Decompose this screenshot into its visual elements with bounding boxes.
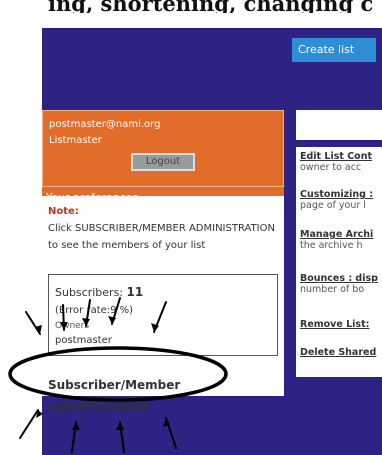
menu-item-title: Remove List: xyxy=(300,319,370,330)
subscribers-count: 11 xyxy=(126,285,144,299)
owner-name[interactable]: postmaster xyxy=(55,335,112,346)
note-body: Click SUBSCRIBER/MEMBER ADMINISTRATION t… xyxy=(48,223,275,251)
create-list-tab[interactable]: Create list xyxy=(292,38,376,62)
login-box: postmaster@nami.org Listmaster Logout xyxy=(42,110,284,187)
menu-item-desc: the archive h xyxy=(300,240,363,251)
login-email: postmaster@nami.org xyxy=(49,119,161,130)
subscribers-line: Subscribers: 11 xyxy=(55,285,143,299)
menu-item-edit-list[interactable]: Edit List Cont owner to acc xyxy=(300,151,382,173)
menu-item-title: Bounces : disp xyxy=(300,273,378,284)
subscriber-admin-link[interactable]: Subscriber/Member Administration xyxy=(48,374,198,418)
note-title: Note: xyxy=(48,206,79,217)
menu-item-desc: owner to acc xyxy=(300,162,362,173)
error-rate: (Error rate:9 %) xyxy=(55,305,134,316)
menu-item-title: Customizing : xyxy=(300,189,374,200)
menu-item-title: Manage Archi xyxy=(300,229,374,240)
cropped-heading-text: ing, shortening, changing c xyxy=(48,0,374,13)
menu-item-title: Edit List Cont xyxy=(300,151,373,162)
subscribers-label: Subscribers: xyxy=(55,286,124,299)
owners-label: Owners xyxy=(55,321,90,331)
menu-item-remove-list[interactable]: Remove List: xyxy=(300,319,382,330)
menu-item-delete-shared[interactable]: Delete Shared xyxy=(300,347,382,358)
menu-item-title: Delete Shared xyxy=(300,347,377,358)
menu-item-manage-archives[interactable]: Manage Archi the archive h xyxy=(300,229,382,251)
right-panel-top xyxy=(296,110,382,140)
right-panel: Edit List Cont owner to acc Customizing … xyxy=(296,147,382,377)
login-role: Listmaster xyxy=(49,135,102,146)
menu-item-desc: page of your l xyxy=(300,200,366,211)
list-stats-box: Subscribers: 11 (Error rate:9 %) Owners … xyxy=(48,274,278,356)
menu-item-desc: number of bo xyxy=(300,284,365,295)
menu-item-bounces[interactable]: Bounces : disp number of bo xyxy=(300,273,382,295)
logout-button[interactable]: Logout xyxy=(131,153,195,171)
menu-item-customizing[interactable]: Customizing : page of your l xyxy=(300,189,382,211)
